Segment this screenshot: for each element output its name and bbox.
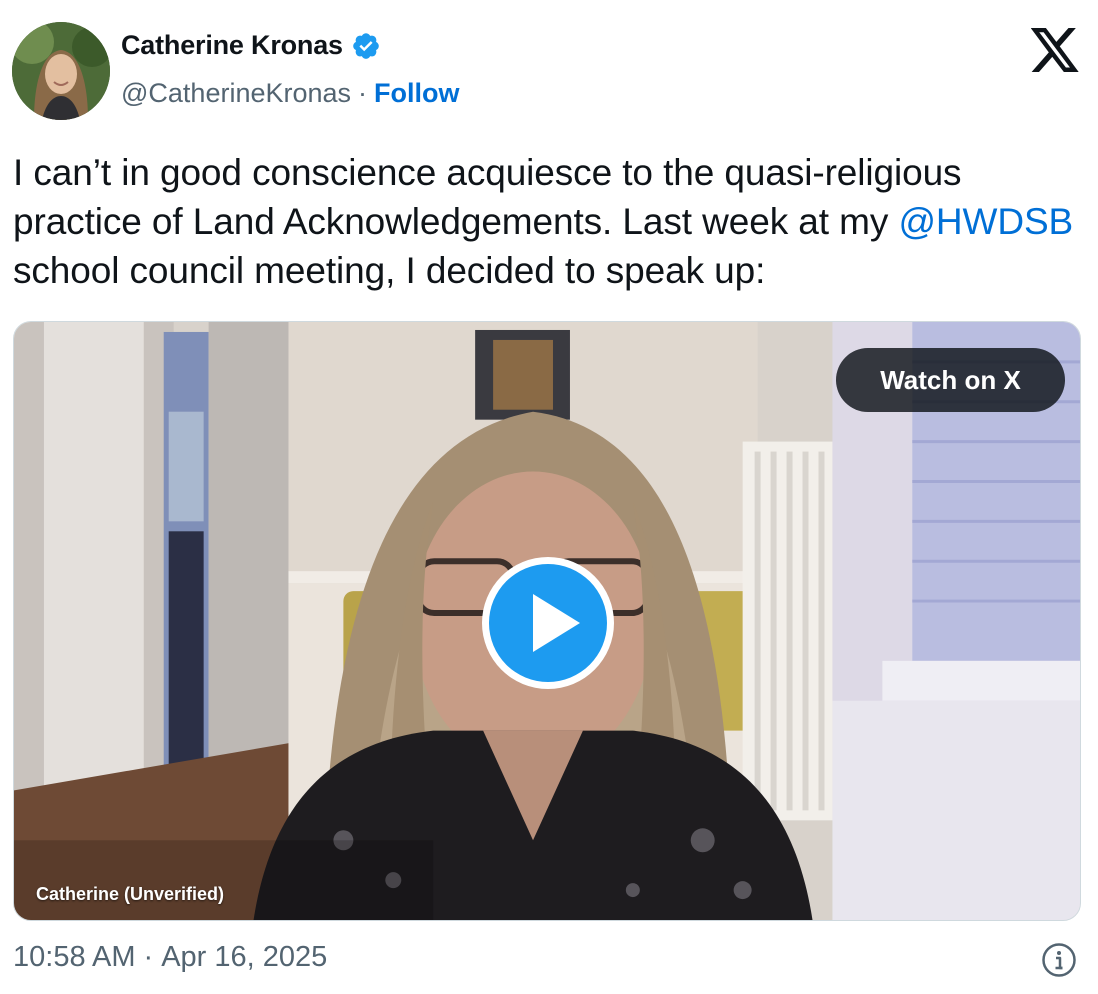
video-player[interactable]: Watch on X Catherine (Unverified) <box>13 321 1081 921</box>
timestamp-separator: · <box>143 941 154 973</box>
handle-separator: · <box>358 78 368 108</box>
tweet-text: I can’t in good conscience acquiesce to … <box>13 148 1083 295</box>
watch-on-x-button[interactable]: Watch on X <box>836 348 1065 412</box>
author-handle[interactable]: @CatherineKronas <box>121 78 351 109</box>
avatar-photo <box>12 22 110 120</box>
author-name-row: Catherine Kronas <box>121 30 381 61</box>
x-logo-icon[interactable] <box>1031 28 1079 72</box>
avatar[interactable] <box>12 22 110 120</box>
play-icon[interactable] <box>479 554 617 692</box>
tweet-text-part2: school council meeting, I decided to spe… <box>13 250 766 291</box>
follow-button[interactable]: Follow <box>374 78 459 109</box>
tweet-time[interactable]: 10:58 AM <box>13 941 136 974</box>
tweet-date[interactable]: Apr 16, 2025 <box>161 941 327 974</box>
handle-row: @CatherineKronas · Follow <box>121 78 460 109</box>
video-caption: Catherine (Unverified) <box>36 884 225 904</box>
mention-link[interactable]: @HWDSB <box>898 201 1073 242</box>
verified-badge-icon <box>351 31 381 61</box>
info-icon[interactable] <box>1041 942 1077 978</box>
author-name[interactable]: Catherine Kronas <box>121 30 343 61</box>
timestamp-row: 10:58 AM · Apr 16, 2025 <box>13 941 327 974</box>
tweet-text-part1: I can’t in good conscience acquiesce to … <box>13 152 962 242</box>
